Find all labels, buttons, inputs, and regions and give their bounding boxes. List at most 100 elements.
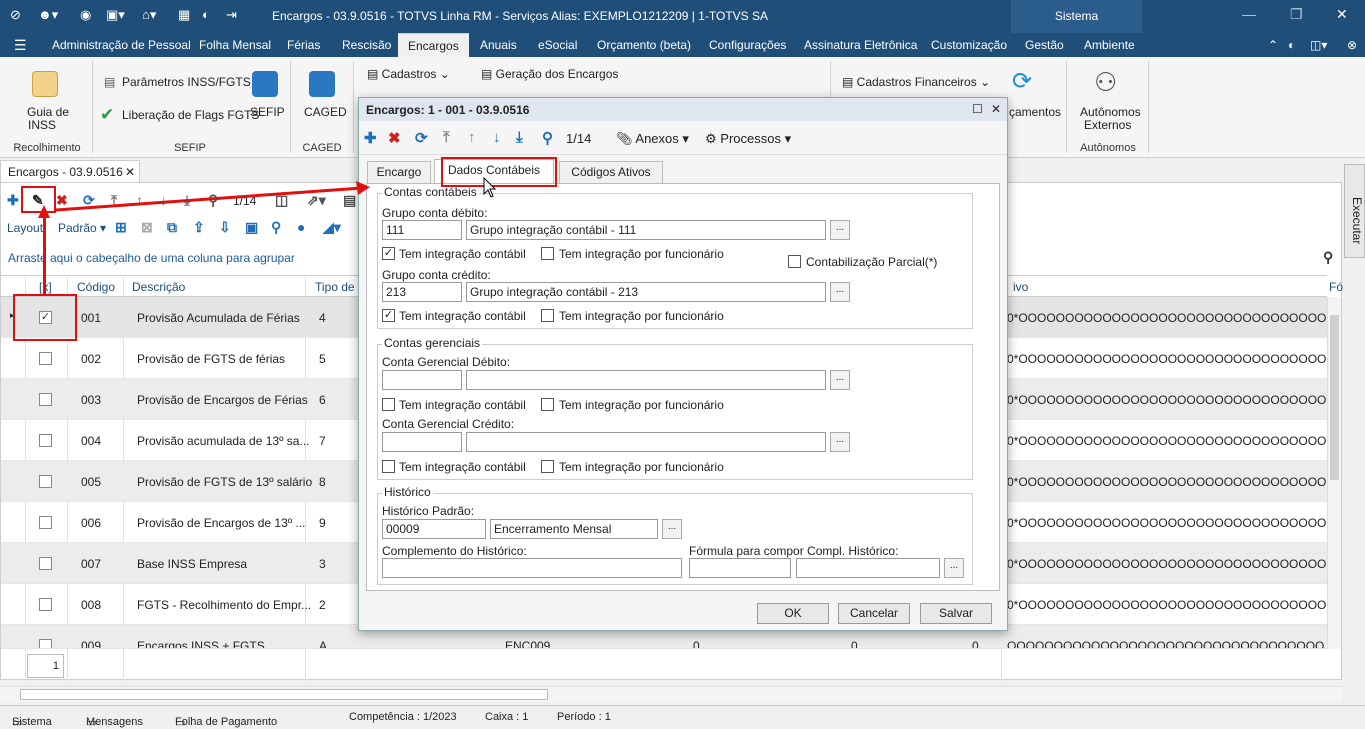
menu-anuais[interactable]: Anuais xyxy=(480,33,517,57)
caged-button[interactable]: CAGED xyxy=(304,105,347,119)
menu-ambiente[interactable]: Ambiente xyxy=(1084,33,1135,57)
sistema-tab[interactable]: Sistema xyxy=(1011,0,1142,33)
grid-search-icon[interactable]: ⚲ xyxy=(1323,249,1333,266)
credito-func-checkbox[interactable] xyxy=(541,309,554,322)
menu-rescisao[interactable]: Rescisão xyxy=(342,33,391,57)
save-button[interactable]: Salvar xyxy=(920,603,992,624)
row-checkbox[interactable] xyxy=(39,639,52,648)
grupo-credito-code[interactable]: 213 xyxy=(382,282,462,302)
add-icon[interactable]: ✚ xyxy=(364,129,377,147)
orcamentos-icon[interactable]: ⟳ xyxy=(1012,67,1032,96)
lookup-button[interactable]: ... xyxy=(944,558,964,578)
cancel-button[interactable]: Cancelar xyxy=(838,603,910,624)
lookup-button[interactable]: ... xyxy=(662,519,682,539)
menu-gestao[interactable]: Gestão xyxy=(1025,33,1064,57)
row-checkbox[interactable] xyxy=(39,434,52,447)
person-icon[interactable]: ⚇ xyxy=(1094,67,1117,98)
collapse-icon[interactable]: ⌃ xyxy=(1268,33,1278,57)
parametros-button[interactable]: Parâmetros INSS/FGTS xyxy=(122,75,251,89)
last-icon[interactable]: ⤓ xyxy=(184,192,190,209)
executar-panel[interactable]: Executar xyxy=(1344,164,1365,258)
globe-icon[interactable]: ◐ xyxy=(1288,33,1295,57)
layout-icon[interactable]: ◫▾ xyxy=(1310,33,1327,57)
refresh-icon[interactable]: ⟳ xyxy=(83,192,95,209)
padrao-dropdown[interactable]: Padrão ▾ xyxy=(58,221,106,235)
autonomos-label[interactable]: Autônomos xyxy=(1080,105,1141,119)
hist-padrao-code[interactable]: 00009 xyxy=(382,519,486,539)
lookup-button[interactable]: ... xyxy=(830,432,850,452)
close-icon[interactable]: ✕ xyxy=(1336,6,1348,23)
upload-icon[interactable]: ⇪ xyxy=(193,219,205,236)
scroll-thumb[interactable] xyxy=(20,689,548,700)
col-descricao[interactable]: Descrição xyxy=(132,280,185,294)
export-icon[interactable]: ⇗▾ xyxy=(307,192,326,209)
externos-label[interactable]: Externos xyxy=(1084,118,1131,132)
lookup-button[interactable]: ... xyxy=(830,220,850,240)
prev-icon[interactable]: ↑ xyxy=(468,129,476,146)
cadastros-button[interactable]: ▤ Cadastros ⌄ xyxy=(367,67,450,81)
menu-encargos[interactable]: Encargos xyxy=(398,33,469,57)
processos-button[interactable]: ⚙ Processos ▾ xyxy=(705,131,791,147)
ger-credito-desc[interactable] xyxy=(466,432,826,452)
orcamentos-button[interactable]: çamentos xyxy=(1009,105,1061,119)
cadastros-financeiros-button[interactable]: ▤ Cadastros Financeiros ⌄ xyxy=(842,75,990,89)
close-icon[interactable]: ⊗ xyxy=(1347,33,1357,57)
row-checkbox[interactable] xyxy=(39,557,52,570)
minimize-icon[interactable]: — xyxy=(1242,6,1256,22)
lookup-button[interactable]: ... xyxy=(830,282,850,302)
debito-integracao-checkbox[interactable]: ✓ xyxy=(382,247,395,260)
ger-debito-func-checkbox[interactable] xyxy=(541,398,554,411)
doc-icon[interactable]: ▤ xyxy=(343,192,356,209)
menu-orcamento[interactable]: Orçamento (beta) xyxy=(597,33,691,57)
menu-esocial[interactable]: eSocial xyxy=(538,33,577,57)
lookup-button[interactable]: ... xyxy=(830,370,850,390)
columns-icon[interactable]: ◫ xyxy=(275,192,288,209)
guia-inss-icon[interactable] xyxy=(32,71,58,97)
guia-label[interactable]: Guia de xyxy=(27,105,69,119)
grupo-debito-code[interactable]: 111 xyxy=(382,220,462,240)
row-checkbox[interactable] xyxy=(39,598,52,611)
row-checkbox[interactable] xyxy=(39,393,52,406)
pin-icon[interactable]: ⚲ xyxy=(271,219,281,236)
search-icon[interactable]: ⚲ xyxy=(542,129,553,147)
tab-encargo[interactable]: Encargo xyxy=(367,161,431,183)
credito-integracao-checkbox[interactable]: ✓ xyxy=(382,309,395,322)
palette-icon[interactable]: ● xyxy=(297,219,305,235)
close-tab-icon[interactable]: ✕ xyxy=(125,165,135,179)
refresh-icon[interactable]: ⟳ xyxy=(415,129,428,147)
grupo-credito-desc[interactable]: Grupo integração contábil - 213 xyxy=(466,282,826,302)
scroll-thumb[interactable] xyxy=(1330,315,1339,480)
delete-icon[interactable]: ✖ xyxy=(56,192,68,209)
hist-padrao-desc[interactable]: Encerramento Mensal xyxy=(490,519,658,539)
menu-admin-pessoal[interactable]: Administração de Pessoal xyxy=(52,33,191,57)
download-icon[interactable]: ⇩ xyxy=(219,219,231,236)
formula-desc[interactable] xyxy=(796,558,940,578)
check-icon[interactable]: ✔ xyxy=(100,105,114,125)
copy-icon[interactable]: ⧉ xyxy=(167,219,177,236)
tab-codigos-ativos[interactable]: Códigos Ativos xyxy=(559,161,663,183)
row-checkbox[interactable] xyxy=(39,352,52,365)
first-icon[interactable]: ⤒ xyxy=(111,192,117,209)
save-icon[interactable]: ▣ xyxy=(245,219,258,236)
last-icon[interactable]: ⤓ xyxy=(516,129,523,146)
maximize-icon[interactable]: ❐ xyxy=(1290,6,1303,23)
menu-configuracoes[interactable]: Configurações xyxy=(709,33,786,57)
menu-customizacao[interactable]: Customização xyxy=(931,33,1007,57)
sefip-button[interactable]: SEFIP xyxy=(250,105,285,119)
ok-button[interactable]: OK xyxy=(757,603,829,624)
hamburger-icon[interactable]: ☰ xyxy=(14,33,27,57)
ger-debito-code[interactable] xyxy=(382,370,462,390)
inss-label[interactable]: INSS xyxy=(28,118,56,132)
document-tab[interactable]: Encargos - 03.9.0516 ✕ xyxy=(0,160,140,182)
ger-credito-integracao-checkbox[interactable] xyxy=(382,460,395,473)
ger-credito-code[interactable] xyxy=(382,432,462,452)
add-icon[interactable]: ✚ xyxy=(7,192,19,209)
sefip-icon[interactable] xyxy=(252,71,278,97)
contab-parcial-checkbox[interactable] xyxy=(788,255,801,268)
pager-input[interactable]: 1 xyxy=(27,654,64,678)
parametros-icon[interactable]: ▤ xyxy=(104,75,115,89)
complemento-input[interactable] xyxy=(382,558,682,578)
dialog-close-icon[interactable]: ✕ xyxy=(991,102,1001,116)
ger-debito-integracao-checkbox[interactable] xyxy=(382,398,395,411)
formula-code[interactable] xyxy=(689,558,791,578)
